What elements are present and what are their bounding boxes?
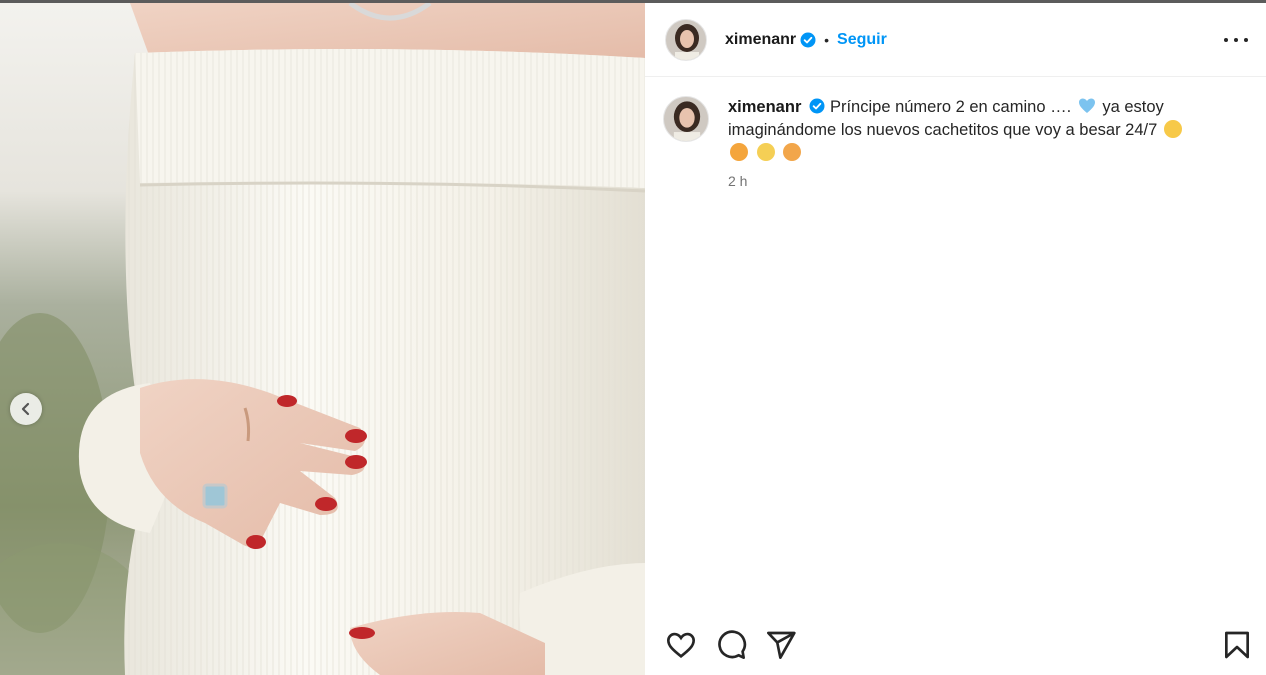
follow-button[interactable]: Seguir	[837, 31, 887, 49]
post-side-panel: ximenanr • Seguir ximenanr Príncipe núme…	[645, 3, 1266, 675]
caption-avatar[interactable]	[663, 96, 709, 142]
grimacing-emoji-icon	[1163, 120, 1182, 138]
melting-face-emoji-icon	[756, 143, 775, 161]
send-icon	[767, 631, 796, 659]
avatar-image	[666, 19, 706, 60]
comment-icon	[718, 630, 747, 659]
chevron-left-icon	[21, 402, 30, 416]
verified-badge-icon	[800, 32, 816, 48]
blue-heart-emoji-icon	[1078, 97, 1096, 115]
post-timestamp[interactable]: 2 h	[728, 173, 1228, 189]
like-button[interactable]	[665, 629, 697, 661]
author-avatar[interactable]	[665, 18, 707, 61]
caption-body-part-1: Príncipe número 2 en camino ….	[829, 98, 1076, 116]
separator-dot: •	[824, 31, 830, 48]
share-button[interactable]	[765, 629, 797, 661]
grinning-squinting-emoji-icon	[783, 143, 802, 161]
face-with-hand-over-mouth-emoji-icon	[730, 143, 748, 161]
action-bar	[645, 623, 1266, 671]
comment-button[interactable]	[715, 629, 747, 661]
previous-media-button[interactable]	[10, 393, 42, 425]
save-button[interactable]	[1221, 629, 1253, 661]
avatar-image	[664, 97, 708, 141]
post-caption: ximenanr Príncipe número 2 en camino …. …	[663, 96, 1253, 189]
more-options-icon[interactable]	[1224, 30, 1248, 50]
caption-text: ximenanr Príncipe número 2 en camino …. …	[728, 96, 1228, 165]
post-photo	[0, 3, 645, 675]
post-header: ximenanr • Seguir	[645, 3, 1266, 77]
heart-icon	[666, 632, 696, 659]
author-username[interactable]: ximenanr	[725, 31, 796, 49]
verified-badge-icon	[809, 98, 825, 114]
post-media[interactable]	[0, 3, 645, 675]
caption-username[interactable]: ximenanr	[728, 98, 801, 116]
bookmark-icon	[1225, 631, 1249, 659]
